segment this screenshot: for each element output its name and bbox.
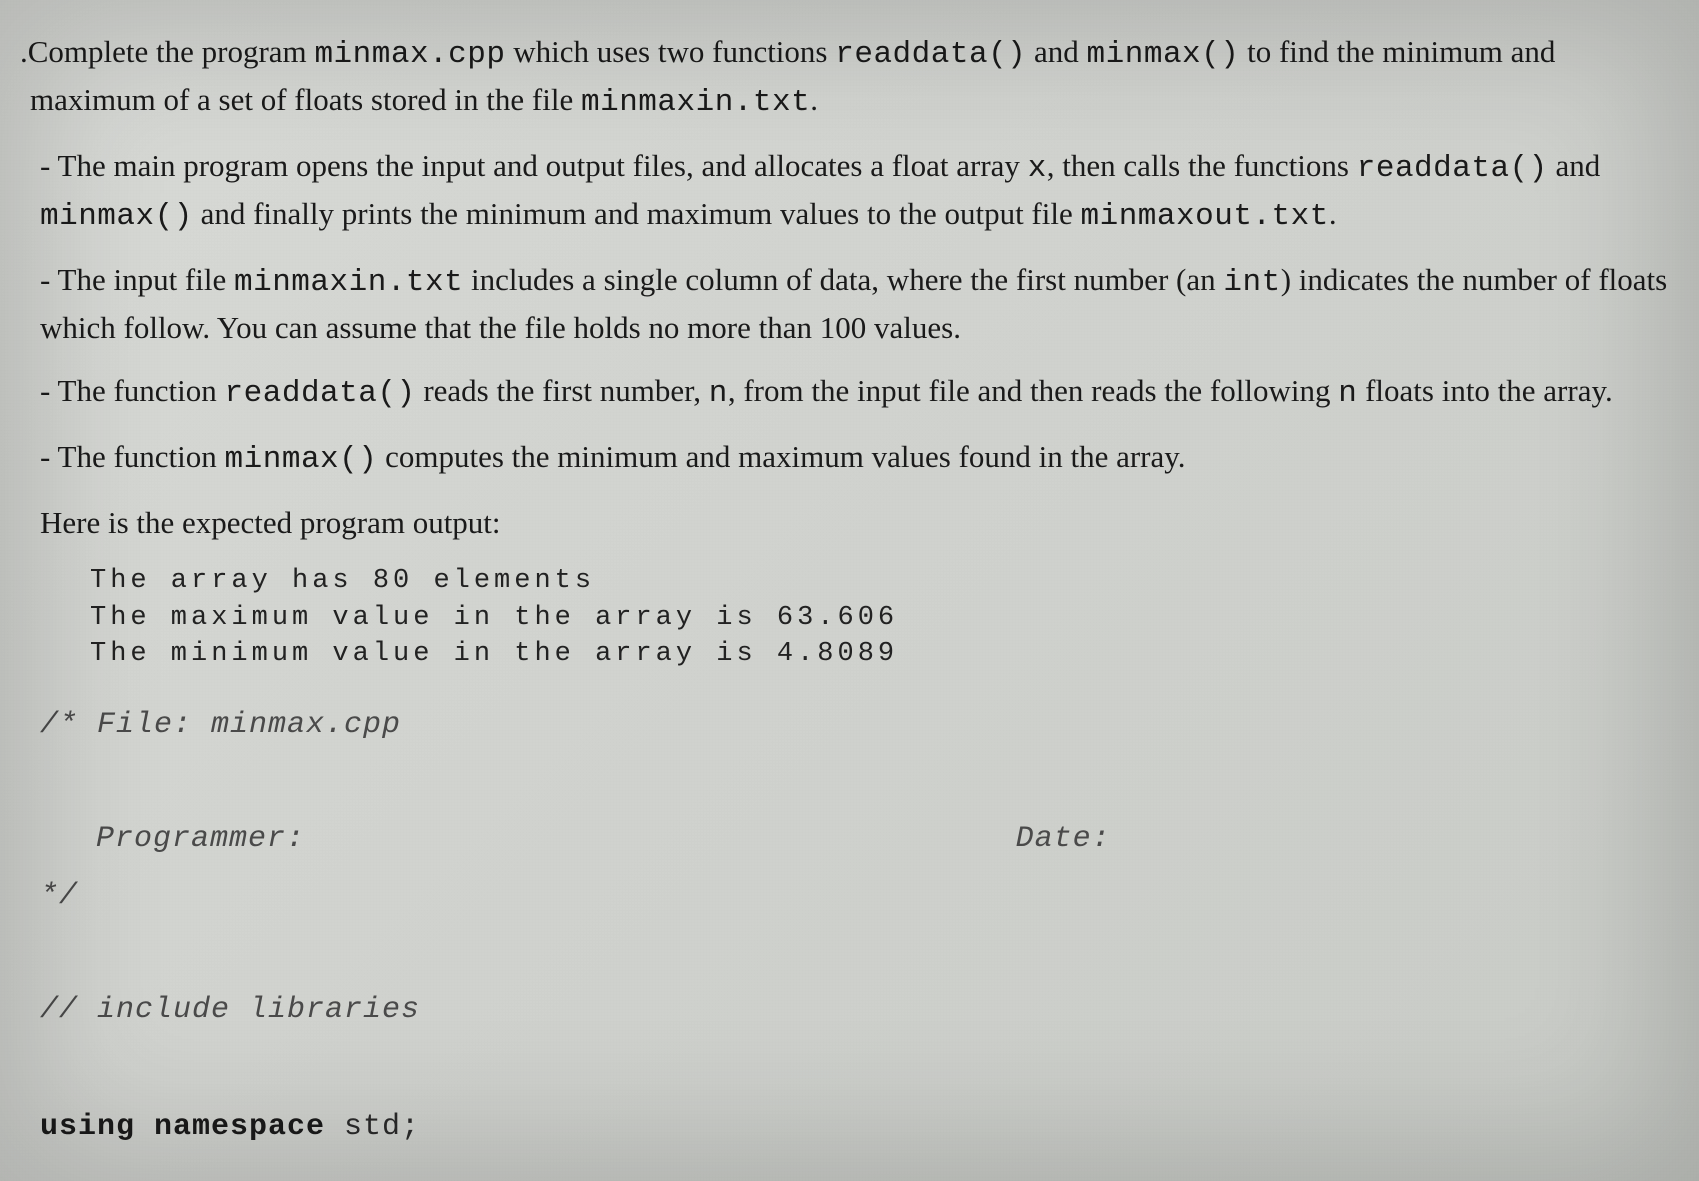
bullet-2: - The input file minmaxin.txt includes a… bbox=[40, 258, 1669, 351]
bullet-dash: - bbox=[40, 262, 58, 297]
code-n2: n bbox=[1338, 376, 1357, 411]
b3-text-2: reads the first number, bbox=[416, 373, 709, 408]
code-using-rest: std; bbox=[325, 1110, 420, 1144]
code-blank bbox=[40, 925, 1669, 982]
b3-text-4: floats into the array. bbox=[1357, 373, 1612, 408]
output-line-1: The array has 80 elements bbox=[90, 566, 595, 596]
bullet-3: - The function readdata() reads the firs… bbox=[40, 369, 1669, 417]
output-line-2: The maximum value in the array is 63.606 bbox=[90, 603, 898, 633]
b4-text-1: The function bbox=[58, 439, 225, 474]
code-n: n bbox=[709, 376, 728, 411]
bullet-4: - The function minmax() computes the min… bbox=[40, 435, 1669, 483]
code-include: // include libraries bbox=[40, 982, 1669, 1039]
bullet-dash: - bbox=[40, 373, 58, 408]
lead-paragraph: . Complete the program minmax.cpp which … bbox=[30, 30, 1669, 126]
code-programmer: Programmer: bbox=[40, 811, 976, 868]
b4-text-2: computes the minimum and maximum values … bbox=[377, 439, 1185, 474]
code-readdata: readdata() bbox=[835, 37, 1026, 72]
code-minmaxin: minmaxin.txt bbox=[581, 85, 810, 120]
code-close: */ bbox=[40, 868, 1669, 925]
code-blank bbox=[40, 754, 1669, 811]
code-blank bbox=[40, 1156, 1669, 1181]
code-blank bbox=[40, 1039, 1669, 1096]
b1-text-2: , then calls the functions bbox=[1047, 148, 1357, 183]
code-using: using namespace std; bbox=[40, 1096, 1669, 1156]
b1-text-3: and bbox=[1548, 148, 1601, 183]
bullet-1: - The main program opens the input and o… bbox=[40, 144, 1669, 240]
code-header-row: Programmer: Date: bbox=[40, 811, 1669, 868]
lead-text-1: Complete the program bbox=[28, 34, 315, 69]
b3-text-3: , from the input file and then reads the… bbox=[728, 373, 1338, 408]
code-minmax-fn: minmax() bbox=[1087, 37, 1240, 72]
lead-text-2: which uses two functions bbox=[505, 34, 835, 69]
code-minmax-cpp: minmax.cpp bbox=[314, 37, 505, 72]
code-date: Date: bbox=[976, 811, 1669, 868]
code-listing: /* File: minmax.cpp Programmer: Date: */… bbox=[40, 697, 1669, 1181]
lead-text-5: . bbox=[810, 82, 818, 117]
code-minmaxin2: minmaxin.txt bbox=[234, 265, 463, 300]
code-file-header: /* File: minmax.cpp bbox=[40, 697, 1669, 754]
b2-text-2: includes a single column of data, where … bbox=[463, 262, 1223, 297]
code-minmax3: minmax() bbox=[225, 442, 378, 477]
code-readdata3: readdata() bbox=[225, 376, 416, 411]
expected-output: The array has 80 elements The maximum va… bbox=[90, 563, 1669, 672]
code-int: int bbox=[1223, 265, 1280, 300]
b3-text-1: The function bbox=[58, 373, 225, 408]
lead-text-3: and bbox=[1026, 34, 1086, 69]
bullet-dash: - bbox=[40, 439, 58, 474]
kw-using: using namespace bbox=[40, 1110, 325, 1144]
code-x: x bbox=[1028, 151, 1047, 186]
code-minmax2: minmax() bbox=[40, 199, 193, 234]
bullet-dash: - bbox=[40, 148, 58, 183]
b1-text-5: . bbox=[1329, 196, 1337, 231]
expected-output-label: Here is the expected program output: bbox=[40, 501, 1669, 546]
b2-text-1: The input file bbox=[58, 262, 234, 297]
b1-text-4: and finally prints the minimum and maxim… bbox=[193, 196, 1081, 231]
document-page: . Complete the program minmax.cpp which … bbox=[0, 0, 1699, 1181]
code-readdata2: readdata() bbox=[1357, 151, 1548, 186]
b1-text-1: The main program opens the input and out… bbox=[58, 148, 1028, 183]
output-line-3: The minimum value in the array is 4.8089 bbox=[90, 639, 898, 669]
code-minmaxout: minmaxout.txt bbox=[1081, 199, 1329, 234]
